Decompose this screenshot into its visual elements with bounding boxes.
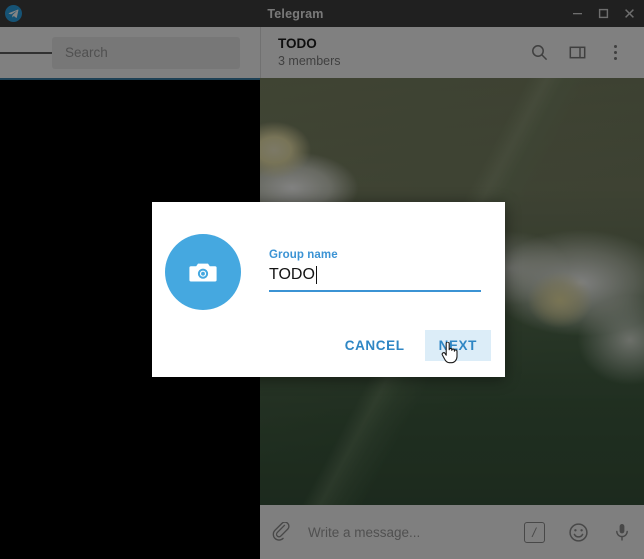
camera-icon xyxy=(189,263,217,282)
cancel-button[interactable]: CANCEL xyxy=(331,330,419,361)
telegram-window: Telegram Search TODO 3 members Write a m… xyxy=(0,0,644,559)
group-name-field: Group name TODO xyxy=(269,249,481,292)
group-photo-button[interactable] xyxy=(165,234,241,310)
group-name-value: TODO xyxy=(269,266,315,283)
group-name-label: Group name xyxy=(269,249,338,261)
next-button-wrapper: NEXT xyxy=(424,330,491,364)
next-button[interactable]: NEXT xyxy=(424,330,491,361)
dialog-content: Group name TODO xyxy=(152,202,505,330)
text-caret xyxy=(315,266,318,284)
create-group-dialog: Group name TODO CANCEL NEXT xyxy=(152,202,505,377)
dialog-actions: CANCEL NEXT xyxy=(152,330,505,377)
group-name-input[interactable]: TODO xyxy=(269,264,481,292)
